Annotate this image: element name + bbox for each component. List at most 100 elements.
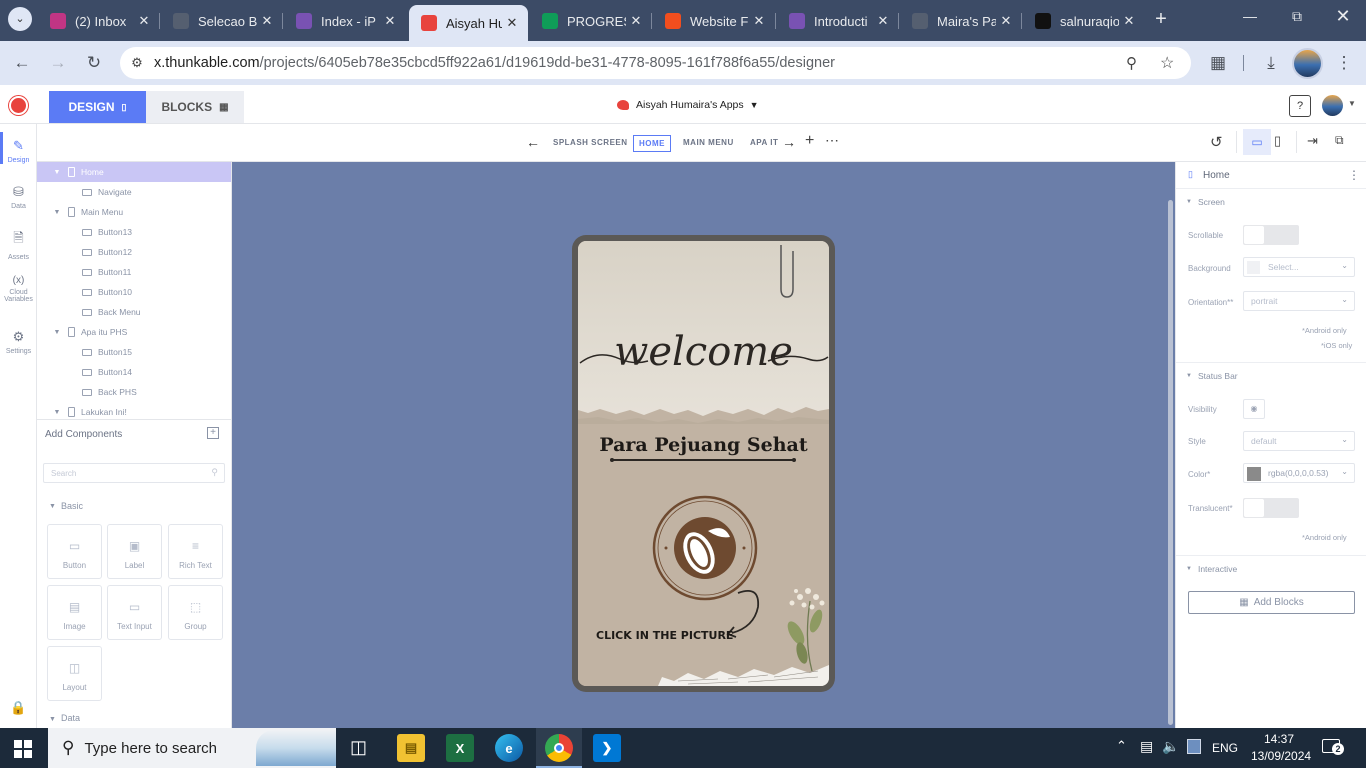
close-tab-icon[interactable]: ✕ bbox=[257, 13, 277, 29]
profile-avatar[interactable] bbox=[1292, 48, 1323, 79]
browser-tab[interactable]: PROGRES ✕ bbox=[530, 6, 652, 36]
browser-tab[interactable]: Website F ✕ bbox=[653, 6, 775, 36]
zoom-icon[interactable]: ⚲ bbox=[1126, 54, 1137, 72]
extensions-button[interactable]: ▦ bbox=[1207, 52, 1229, 74]
component-layout[interactable]: ◫ Layout bbox=[47, 646, 102, 701]
add-screen-plus-icon[interactable]: + bbox=[805, 132, 814, 150]
component-search-input[interactable]: Search ⚲ bbox=[43, 463, 225, 483]
logo-image[interactable] bbox=[654, 497, 756, 599]
project-selector[interactable]: Aisyah Humaira's Apps ▼ bbox=[617, 97, 759, 113]
section-interactive[interactable]: ▼ Interactive bbox=[1176, 555, 1366, 581]
preview-phone-icon[interactable]: ▯ bbox=[1274, 133, 1281, 149]
section-screen[interactable]: ▼ Screen bbox=[1176, 188, 1366, 214]
blocks-tab[interactable]: BLOCKS ▦ bbox=[146, 91, 244, 123]
caret-icon[interactable]: ▼ bbox=[52, 329, 62, 336]
close-tab-icon[interactable]: ✕ bbox=[749, 13, 769, 29]
tree-component-item[interactable]: Back PHS bbox=[37, 382, 231, 402]
browser-tab[interactable]: Introducti ✕ bbox=[777, 6, 899, 36]
close-tab-icon[interactable]: ✕ bbox=[134, 13, 154, 29]
close-tab-icon[interactable]: ✕ bbox=[1119, 13, 1139, 29]
data-section-title[interactable]: Data bbox=[61, 713, 80, 723]
restore-button[interactable]: ⧉ bbox=[1285, 8, 1309, 32]
user-icon[interactable] bbox=[1187, 739, 1201, 754]
close-tab-icon[interactable]: ✕ bbox=[380, 13, 400, 29]
close-window-button[interactable]: ✕ bbox=[1331, 6, 1355, 30]
bookmark-star-icon[interactable]: ☆ bbox=[1160, 53, 1174, 73]
previous-screen-arrow-icon[interactable]: ← bbox=[526, 134, 540, 150]
phone-screen[interactable]: welcome Para Pejuang Sehat CLICK IN THE … bbox=[578, 241, 829, 686]
component-group[interactable]: ⬚ Group bbox=[168, 585, 223, 640]
expand-panel-icon[interactable]: + bbox=[207, 427, 219, 439]
notification-button[interactable]: 2 bbox=[1322, 737, 1344, 757]
component-button[interactable]: ▭ Button bbox=[47, 524, 102, 579]
preview-web-button[interactable]: ▭ bbox=[1243, 129, 1271, 155]
visibility-button[interactable]: ◉ bbox=[1243, 399, 1265, 419]
excel-icon[interactable]: X bbox=[446, 734, 474, 762]
back-button[interactable]: ← bbox=[11, 52, 33, 74]
more-options-icon[interactable]: ⋯ bbox=[825, 132, 839, 149]
rail-assets[interactable]: 🗎 Assets bbox=[0, 229, 37, 261]
tree-component-item[interactable]: Button12 bbox=[37, 242, 231, 262]
browser-tab[interactable]: Index - iP ✕ bbox=[284, 6, 406, 36]
share-icon[interactable]: ⧉ bbox=[1335, 133, 1344, 148]
reload-button[interactable]: ↻ bbox=[83, 52, 105, 74]
downloads-button[interactable]: ⤓ bbox=[1260, 52, 1282, 74]
clock-time[interactable]: 14:37 bbox=[1264, 732, 1294, 746]
caret-icon[interactable]: ▼ bbox=[52, 169, 62, 176]
screen-splash[interactable]: SPLASH SCREEN bbox=[553, 138, 628, 147]
tab-search-button[interactable]: ⌄ bbox=[8, 7, 32, 31]
tree-screen-item[interactable]: ▼ Apa itu PHS bbox=[37, 322, 231, 342]
section-status-bar[interactable]: ▼ Status Bar bbox=[1176, 362, 1366, 388]
component-rich-text[interactable]: ≡ Rich Text bbox=[168, 524, 223, 579]
chevron-up-icon[interactable]: ⌃ bbox=[1116, 738, 1127, 754]
tree-component-item[interactable]: Button13 bbox=[37, 222, 231, 242]
download-app-icon[interactable]: ⇥ bbox=[1307, 133, 1318, 149]
component-image[interactable]: ▤ Image bbox=[47, 585, 102, 640]
component-label[interactable]: ▣ Label bbox=[107, 524, 162, 579]
taskbar-search-box[interactable]: ⚲ Type here to search bbox=[48, 728, 336, 768]
data-section-caret[interactable]: ▼ bbox=[49, 716, 56, 723]
clock-date[interactable]: 13/09/2024 bbox=[1251, 749, 1311, 763]
tree-component-item[interactable]: Button14 bbox=[37, 362, 231, 382]
tree-component-item[interactable]: Button15 bbox=[37, 342, 231, 362]
browser-menu-button[interactable]: ⋮ bbox=[1333, 52, 1355, 74]
rail-data[interactable]: ⛁ Data bbox=[0, 184, 37, 210]
edge-icon[interactable]: e bbox=[495, 734, 523, 762]
style-select[interactable]: default ⌄ bbox=[1243, 431, 1355, 451]
close-tab-icon[interactable]: ✕ bbox=[502, 15, 522, 31]
tree-screen-item[interactable]: ▼ Lakukan Ini! bbox=[37, 402, 231, 419]
next-screen-arrow-icon[interactable]: → bbox=[782, 134, 796, 150]
tree-component-item[interactable]: Back Menu bbox=[37, 302, 231, 322]
tree-component-item[interactable]: Navigate bbox=[37, 182, 231, 202]
new-tab-button[interactable]: + bbox=[1150, 9, 1172, 31]
component-text-input[interactable]: ▭ Text Input bbox=[107, 585, 162, 640]
tree-component-item[interactable]: Button10 bbox=[37, 282, 231, 302]
forward-button[interactable]: → bbox=[47, 52, 69, 74]
scrollable-toggle[interactable] bbox=[1243, 225, 1299, 245]
chrome-icon[interactable] bbox=[545, 734, 573, 762]
chevron-down-icon[interactable]: ▼ bbox=[1348, 99, 1356, 108]
browser-tab[interactable]: Maira's Pa ✕ bbox=[900, 6, 1022, 36]
tree-screen-item[interactable]: ▼ Main Menu bbox=[37, 202, 231, 222]
volume-icon[interactable]: 🔈 bbox=[1162, 738, 1179, 755]
address-bar[interactable]: ⚙ x.thunkable.com/projects/6405eb78e35cb… bbox=[120, 47, 1191, 79]
translucent-toggle[interactable] bbox=[1243, 498, 1299, 518]
history-icon[interactable]: ↺ bbox=[1210, 133, 1223, 151]
basic-section-caret[interactable]: ▼ bbox=[49, 503, 56, 510]
network-icon[interactable]: ▤ bbox=[1140, 738, 1153, 755]
language-indicator[interactable]: ENG bbox=[1212, 741, 1238, 755]
canvas-scrollbar[interactable] bbox=[1168, 200, 1173, 725]
close-tab-icon[interactable]: ✕ bbox=[626, 13, 646, 29]
task-view-icon[interactable]: ◫ bbox=[350, 737, 367, 758]
browser-tab[interactable]: salnuraqio ✕ bbox=[1023, 6, 1145, 36]
browser-tab[interactable]: (2) Inbox ✕ bbox=[38, 6, 160, 36]
help-button[interactable]: ? bbox=[1289, 95, 1311, 117]
thunkable-logo[interactable] bbox=[9, 96, 28, 115]
rail-cloud-variables[interactable]: (x) Cloud Variables bbox=[0, 275, 37, 303]
close-tab-icon[interactable]: ✕ bbox=[996, 13, 1016, 29]
tree-screen-item[interactable]: ▼ Home bbox=[37, 162, 231, 182]
screen-main-menu[interactable]: MAIN MENU bbox=[683, 138, 734, 147]
user-avatar[interactable] bbox=[1322, 95, 1343, 116]
background-select[interactable]: Select... ⌄ bbox=[1243, 257, 1355, 277]
kebab-menu-icon[interactable]: ⋮ bbox=[1348, 168, 1360, 182]
